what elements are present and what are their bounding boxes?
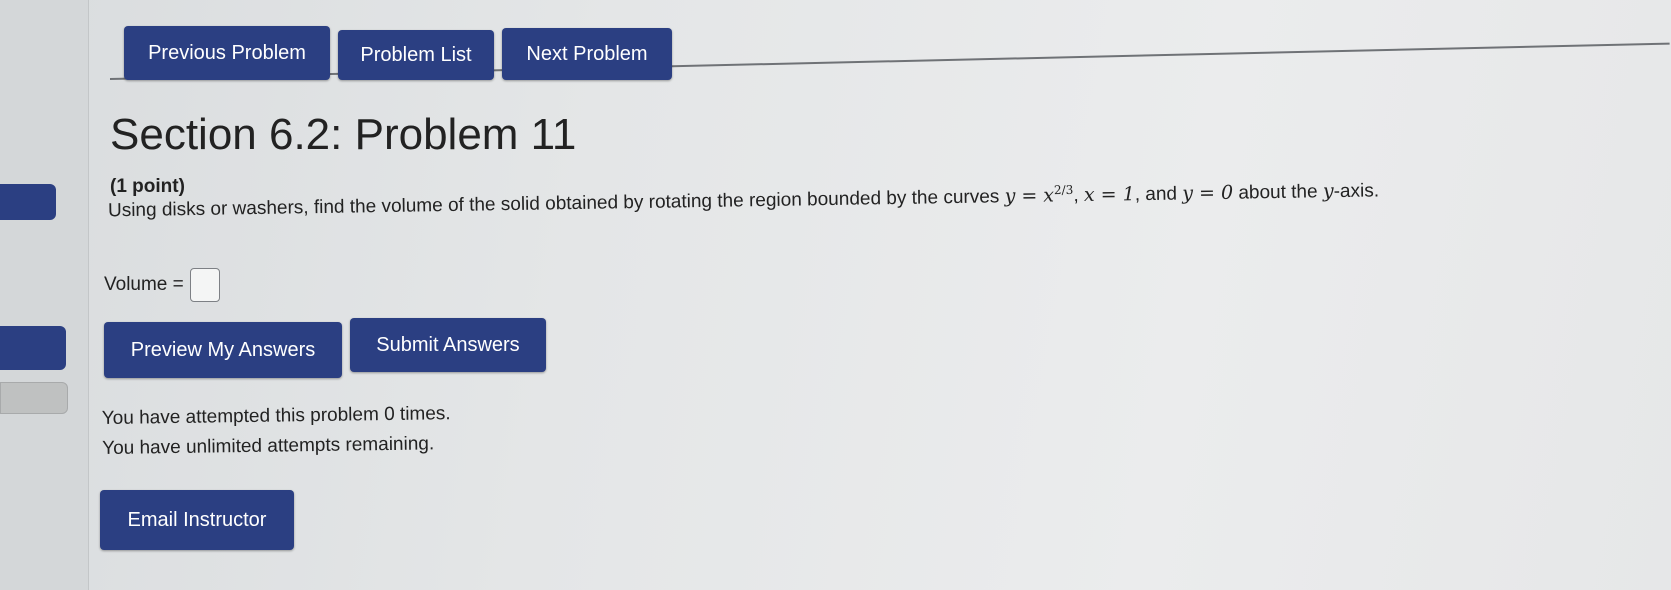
sidebar-nav-item[interactable] (0, 184, 56, 220)
attempt-status: You have attempted this problem 0 times.… (102, 399, 452, 464)
attempts-count-text: You have attempted this problem 0 times. (101, 403, 451, 430)
conjunction-text: and (1145, 183, 1178, 206)
problem-title: Section 6.2: Problem 11 (110, 110, 577, 159)
volume-answer-input[interactable] (189, 268, 220, 302)
equation-y-equals-x: y = x (1004, 184, 1055, 208)
previous-problem-button[interactable]: Previous Problem (124, 26, 330, 80)
problem-question: Using disks or washers, find the volume … (107, 180, 1380, 222)
sidebar-nav-item[interactable] (0, 326, 66, 370)
axis-text-suffix: -axis. (1333, 180, 1380, 203)
attempts-remaining-text: You have unlimited attempts remaining. (102, 433, 435, 459)
equation-y-equals-0: y = 0 (1182, 181, 1234, 205)
problem-navigation: Previous Problem Problem List Next Probl… (124, 12, 672, 80)
preview-answers-button[interactable]: Preview My Answers (104, 322, 342, 378)
left-sidebar (0, 0, 89, 590)
problem-list-button[interactable]: Problem List (338, 30, 494, 80)
answer-actions: Preview My Answers Submit Answers (104, 318, 546, 378)
equation-x-equals-1: x = 1 (1083, 183, 1135, 206)
next-problem-button[interactable]: Next Problem (502, 28, 672, 80)
email-instructor-button[interactable]: Email Instructor (100, 490, 294, 550)
axis-variable: y (1322, 180, 1334, 203)
equation-exponent: 2/3 (1053, 182, 1074, 198)
sidebar-nav-item[interactable] (0, 382, 68, 414)
answer-row: Volume = (104, 268, 220, 302)
problem-points: (1 point) (110, 176, 185, 197)
question-text: Using disks or washers, find the volume … (107, 186, 1005, 222)
volume-label: Volume = (104, 274, 184, 295)
axis-text-prefix: about the (1238, 181, 1324, 204)
submit-answers-button[interactable]: Submit Answers (350, 318, 546, 372)
